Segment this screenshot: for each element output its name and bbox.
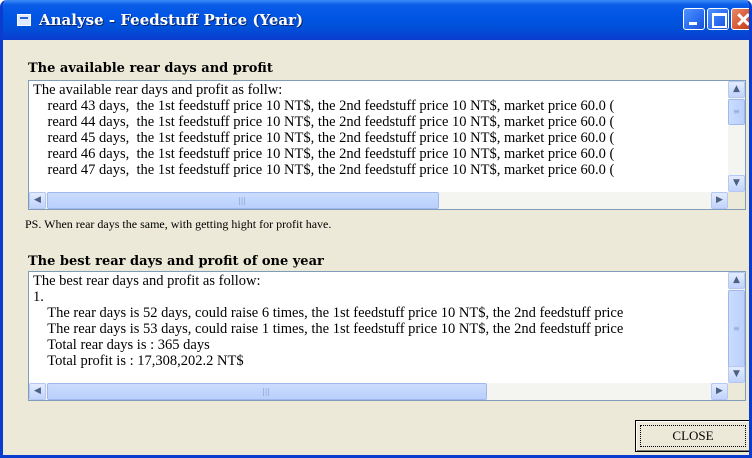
app-window-icon[interactable]: [17, 14, 31, 26]
available-vertical-scrollbar[interactable]: ▲ ≡ ▼: [728, 81, 745, 192]
scroll-corner: [728, 192, 745, 209]
scroll-left-icon[interactable]: ◀: [29, 192, 46, 209]
grip-icon: |||: [262, 387, 271, 396]
scroll-left-icon[interactable]: ◀: [29, 383, 46, 400]
scroll-right-icon[interactable]: ▶: [711, 383, 728, 400]
scroll-down-icon[interactable]: ▼: [728, 366, 745, 383]
grip-icon: ≡: [733, 107, 740, 116]
best-textbox[interactable]: The best rear days and profit as follow:…: [28, 271, 746, 401]
grip-icon: |||: [238, 196, 247, 205]
best-vertical-scrollbar[interactable]: ▲ ≡ ▼: [728, 272, 745, 383]
close-button[interactable]: CLOSE: [635, 420, 749, 452]
available-text: The available rear days and profit as fo…: [33, 82, 615, 178]
scroll-corner: [728, 383, 745, 400]
scroll-thumb-horizontal[interactable]: |||: [47, 383, 487, 400]
available-heading: The available rear days and profit: [28, 61, 273, 76]
ps-note: PS. When rear days the same, with gettin…: [25, 217, 332, 231]
scroll-up-icon[interactable]: ▲: [728, 272, 745, 289]
maximize-icon[interactable]: [707, 8, 729, 30]
scroll-down-icon[interactable]: ▼: [728, 175, 745, 192]
grip-icon: ≡: [733, 324, 740, 333]
scroll-right-icon[interactable]: ▶: [711, 192, 728, 209]
scroll-thumb-horizontal[interactable]: |||: [47, 192, 439, 209]
best-heading: The best rear days and profit of one yea…: [28, 254, 324, 269]
available-horizontal-scrollbar[interactable]: ◀ ||| ▶: [29, 192, 728, 209]
focus-rect: [640, 425, 746, 447]
scroll-thumb-vertical[interactable]: ≡: [728, 290, 745, 368]
analyse-window: Analyse - Feedstuff Price (Year) The ava…: [0, 0, 752, 458]
scroll-up-icon[interactable]: ▲: [728, 81, 745, 98]
title-bar[interactable]: Analyse - Feedstuff Price (Year): [3, 0, 749, 40]
best-text: The best rear days and profit as follow:…: [33, 273, 624, 369]
window-title: Analyse - Feedstuff Price (Year): [39, 11, 304, 29]
best-horizontal-scrollbar[interactable]: ◀ ||| ▶: [29, 383, 728, 400]
available-textbox[interactable]: The available rear days and profit as fo…: [28, 80, 746, 210]
scroll-thumb-vertical[interactable]: ≡: [728, 99, 745, 125]
close-icon[interactable]: [731, 8, 749, 30]
minimize-icon[interactable]: [683, 8, 705, 30]
